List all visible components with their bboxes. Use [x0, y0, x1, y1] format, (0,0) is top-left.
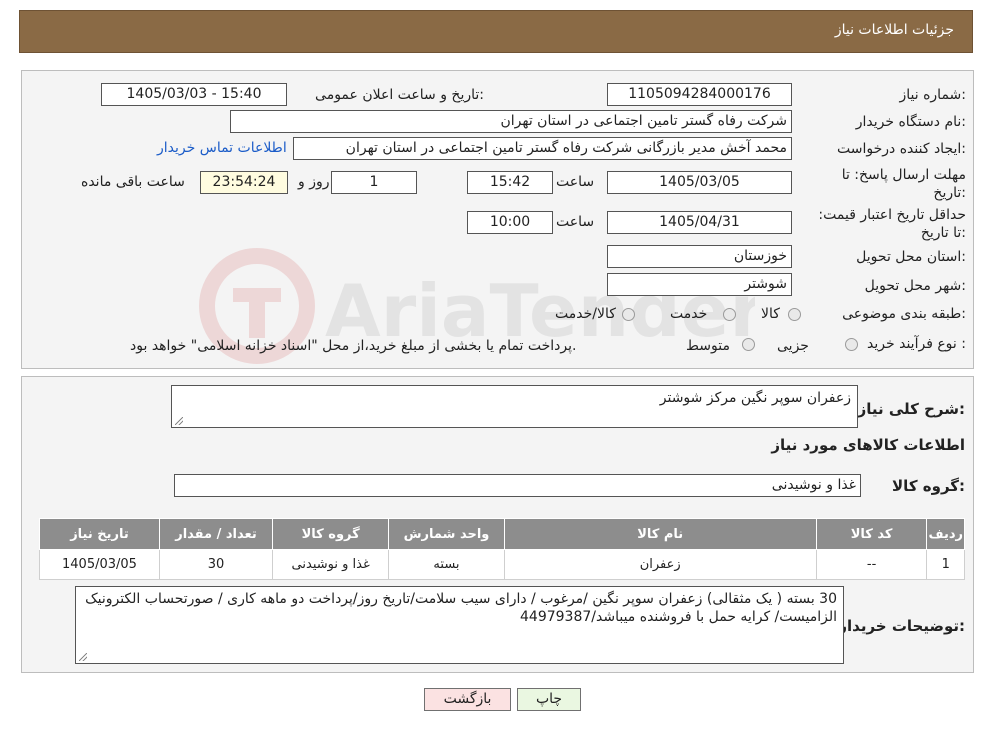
category-goods-label: کالا [761, 306, 780, 322]
category-label: طبقه بندی موضوعی: [842, 306, 966, 322]
deadline-time-label: ساعت [556, 174, 595, 190]
deadline-time-field: 15:42 [467, 171, 553, 194]
deadline-date-field: 1405/03/05 [607, 171, 792, 194]
table-row: 1 -- زعفران بسته غذا و نوشیدنی 30 1405/0… [39, 549, 965, 580]
buyer-contact-link[interactable]: اطلاعات تماس خریدار [157, 140, 287, 156]
col-row-number: ردیف [926, 518, 965, 550]
goods-table-header: ردیف کد کالا نام کالا واحد شمارش گروه کا… [39, 518, 965, 550]
cell-item-code: -- [815, 549, 928, 580]
resize-grip-icon[interactable] [79, 653, 87, 661]
buyer-notes-textarea[interactable]: 30 بسته ( یک مثقالی) زعفران سوپر نگین /م… [75, 586, 844, 664]
price-validity-time-label: ساعت [556, 214, 595, 230]
province-field: خوزستان [607, 245, 792, 268]
buyer-notes-text: 30 بسته ( یک مثقالی) زعفران سوپر نگین /م… [85, 591, 837, 625]
creator-field: محمد آخش مدیر بازرگانی شرکت رفاه گستر تا… [293, 137, 792, 160]
category-goods-radio[interactable] [788, 308, 801, 321]
resize-grip-icon[interactable] [175, 417, 183, 425]
summary-textarea[interactable]: زعفران سوپر نگین مرکز شوشتر [171, 385, 858, 428]
remaining-time-field: 23:54:24 [200, 171, 288, 194]
cell-goods-group: غذا و نوشیدنی [272, 549, 390, 580]
page-header: جزئیات اطلاعات نیاز [19, 10, 973, 53]
process-medium-label: متوسط [686, 338, 730, 354]
summary-text: زعفران سوپر نگین مرکز شوشتر [659, 390, 851, 406]
col-goods-group: گروه کالا [272, 518, 390, 550]
province-label: استان محل تحویل: [856, 249, 966, 265]
goods-table: ردیف کد کالا نام کالا واحد شمارش گروه کا… [39, 518, 965, 580]
need-number-label: شماره نیاز: [899, 87, 966, 103]
price-validity-label: حداقل تاریخ اعتبار قیمت: تا تاریخ: [818, 207, 966, 241]
category-goods-service-label: کالا/خدمت [555, 306, 616, 322]
cell-unit: بسته [388, 549, 505, 580]
process-medium-radio[interactable] [742, 338, 755, 351]
announce-date-field: 1405/03/03 - 15:40 [101, 83, 287, 106]
process-minor-label: جزیی [777, 338, 809, 354]
process-payment-note: پرداخت تمام یا بخشی از مبلغ خرید،از محل … [130, 338, 577, 354]
cell-row-number: 1 [926, 549, 965, 580]
remaining-time-label: ساعت باقی مانده [81, 174, 185, 190]
category-service-radio[interactable] [723, 308, 736, 321]
buyer-org-field: شرکت رفاه گستر تامین اجتماعی در استان ته… [230, 110, 792, 133]
price-validity-date-field: 1405/04/31 [607, 211, 792, 234]
col-need-date: تاریخ نیاز [39, 518, 160, 550]
buyer-org-label: نام دستگاه خریدار: [855, 114, 966, 130]
summary-label: شرح کلی نیاز: [857, 400, 965, 418]
days-label: روز و [298, 174, 330, 190]
goods-info-title: اطلاعات کالاهای مورد نیاز [771, 436, 965, 454]
col-quantity: تعداد / مقدار [158, 518, 274, 550]
cell-item-name: زعفران [503, 549, 817, 580]
col-item-name: نام کالا [503, 518, 817, 550]
col-unit: واحد شمارش [388, 518, 505, 550]
remaining-days-field: 1 [331, 171, 417, 194]
cell-quantity: 30 [158, 549, 274, 580]
city-field: شوشتر [607, 273, 792, 296]
announce-date-label: تاریخ و ساعت اعلان عمومی: [315, 87, 484, 103]
col-item-code: کد کالا [815, 518, 928, 550]
category-goods-service-radio[interactable] [622, 308, 635, 321]
price-validity-time-field: 10:00 [467, 211, 553, 234]
goods-group-label: گروه کالا: [892, 477, 965, 495]
page-title: جزئیات اطلاعات نیاز [834, 22, 954, 38]
process-type-label: نوع فرآیند خرید : [867, 336, 966, 352]
goods-group-field: غذا و نوشیدنی [174, 474, 861, 497]
back-button[interactable]: بازگشت [424, 688, 511, 711]
buyer-notes-label: توضیحات خریدار: [838, 617, 965, 635]
creator-label: ایجاد کننده درخواست: [837, 141, 966, 157]
cell-need-date: 1405/03/05 [39, 549, 160, 580]
print-button[interactable]: چاپ [517, 688, 581, 711]
city-label: شهر محل تحویل: [864, 278, 966, 294]
category-service-label: خدمت [670, 306, 708, 322]
need-number-field: 1105094284000176 [607, 83, 792, 106]
deadline-label: مهلت ارسال پاسخ: تا تاریخ: [841, 167, 966, 201]
process-minor-radio[interactable] [845, 338, 858, 351]
